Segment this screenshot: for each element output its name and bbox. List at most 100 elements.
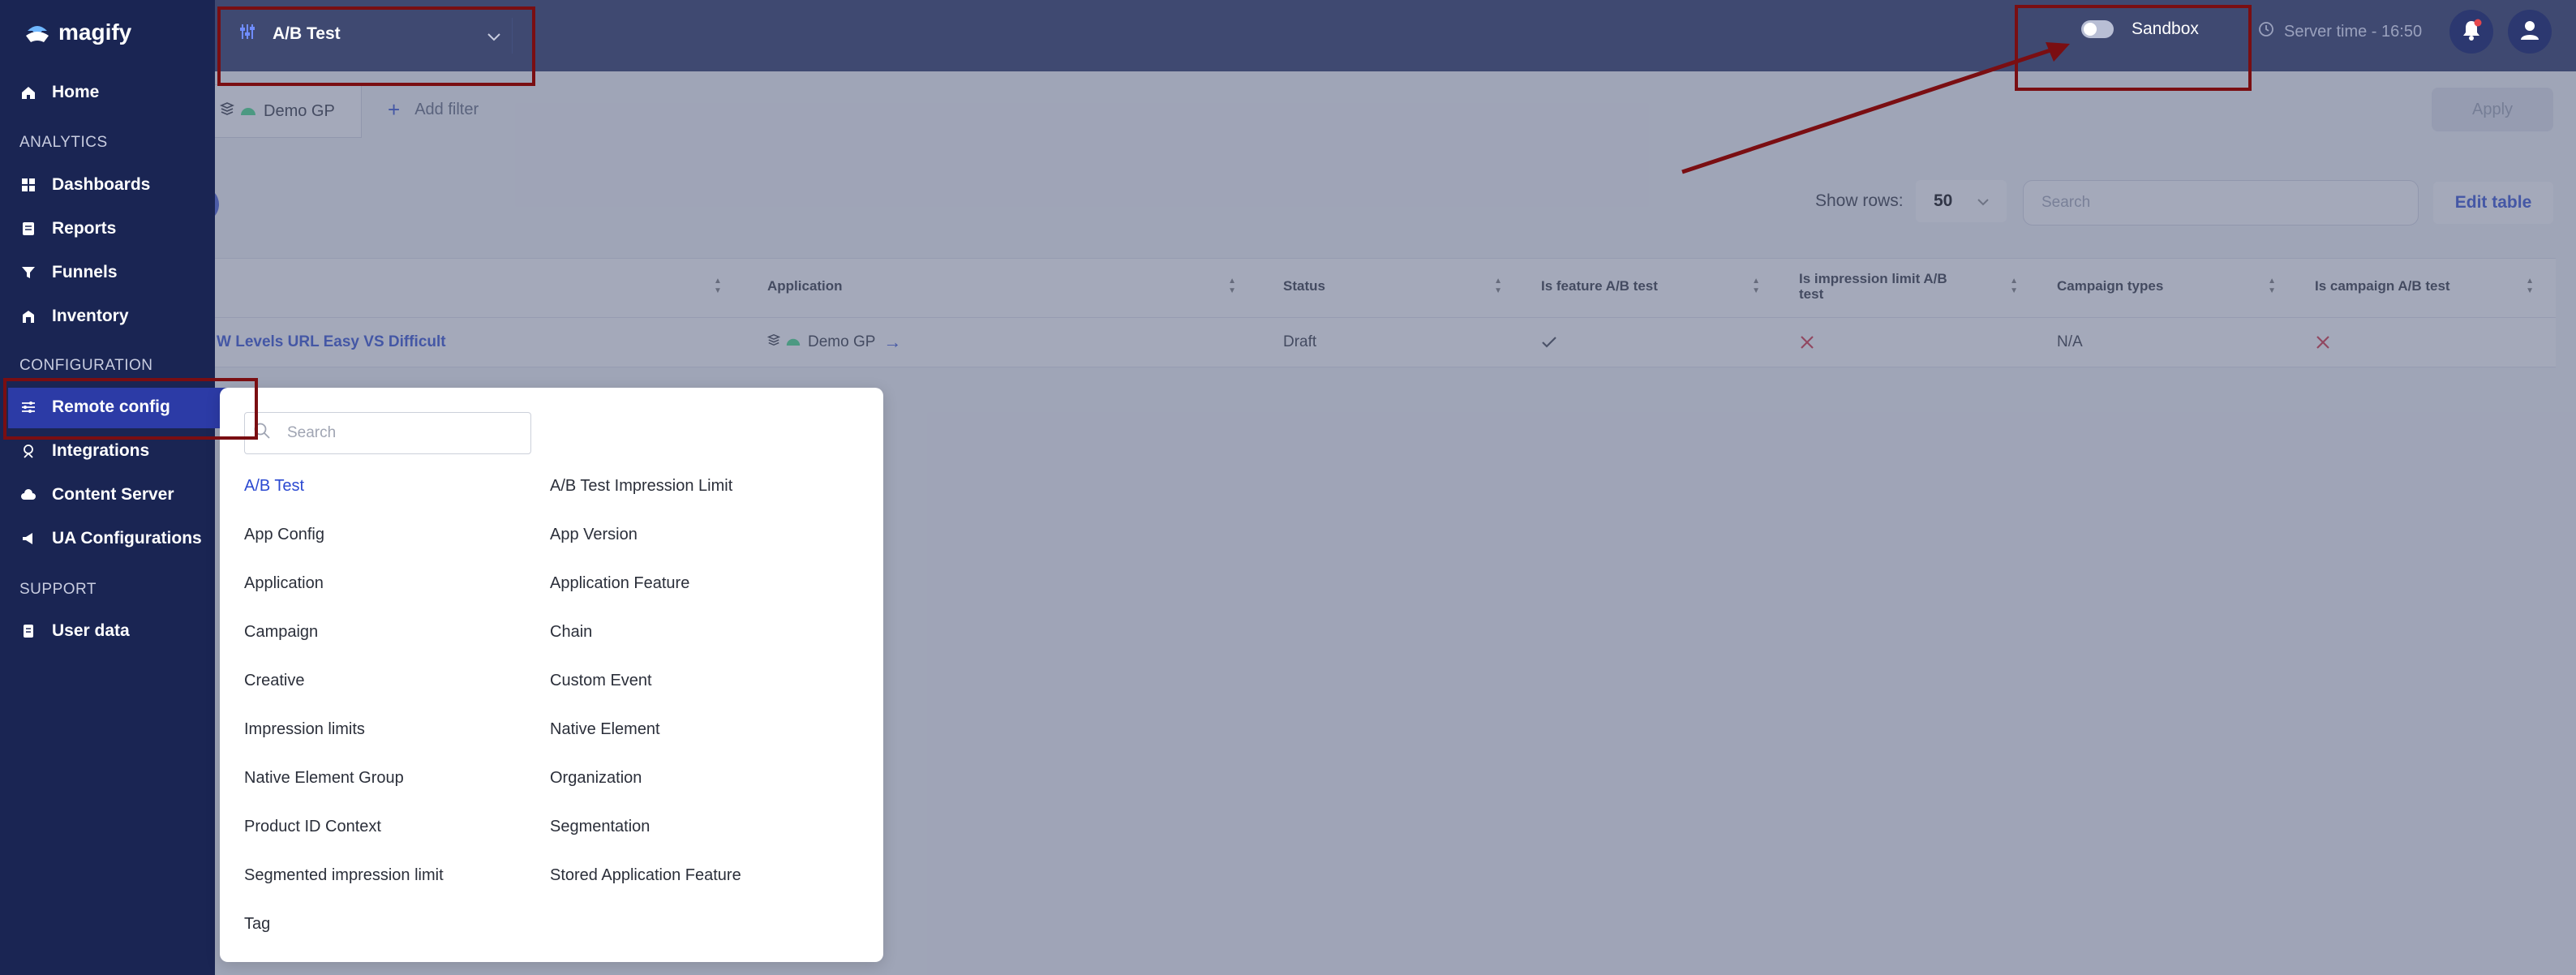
chevron-down-icon (1977, 191, 1990, 211)
section-configuration: CONFIGURATION (19, 357, 153, 374)
sandbox-toggle[interactable]: Sandbox (2081, 19, 2199, 39)
sidebar-item-inventory[interactable]: Inventory (19, 300, 129, 333)
edit-table-button[interactable]: Edit table (2433, 182, 2553, 224)
option-chain[interactable]: Chain (550, 623, 592, 642)
add-filter-button[interactable]: + Add filter (388, 97, 479, 122)
sidebar-item-label: Dashboards (52, 175, 151, 194)
app-logo[interactable]: magify (23, 15, 131, 50)
funnel-icon (19, 264, 37, 281)
sliders-icon (19, 398, 37, 416)
apply-button[interactable]: Apply (2432, 88, 2553, 131)
column-application[interactable]: Application ▲ ▼ (767, 258, 1246, 315)
sidebar-item-home[interactable]: Home (19, 76, 99, 109)
option-native-element[interactable]: Native Element (550, 720, 660, 739)
sidebar-item-label: Content Server (52, 485, 174, 504)
option-tag[interactable]: Tag (244, 915, 270, 934)
row-name-link[interactable]: W Levels URL Easy VS Difficult (217, 318, 446, 367)
arrow-right-icon: → (883, 332, 902, 352)
sort-icon: ▲ ▼ (1494, 277, 1502, 295)
sort-icon: ▲ ▼ (2268, 277, 2276, 295)
check-icon (1541, 318, 1557, 367)
column-label: Status (1283, 278, 1325, 294)
column-is-impression-limit-ab[interactable]: Is impression limit A/B test ▲ ▼ (1799, 258, 2018, 315)
row-campaign-types: N/A (2057, 333, 2083, 350)
column-status[interactable]: Status ▲ ▼ (1283, 258, 1502, 315)
dropdown-search-input[interactable]: Search (244, 412, 531, 454)
sidebar-item-reports[interactable]: Reports (19, 213, 116, 245)
sidebar-item-label: Integrations (52, 441, 150, 460)
home-icon (19, 84, 37, 101)
filter-chip-label: Demo GP (264, 101, 335, 120)
column-label: Application (767, 278, 843, 294)
filter-chip-app[interactable]: Demo GP (209, 84, 362, 138)
option-ab-test[interactable]: A/B Test (244, 477, 304, 496)
column-campaign-types[interactable]: Campaign types ▲ ▼ (2057, 258, 2276, 315)
plus-icon: + (388, 97, 401, 122)
sort-icon: ▲ ▼ (714, 277, 722, 295)
chevron-down-icon (487, 28, 501, 47)
sidebar-item-ua-configurations[interactable]: UA Configurations (19, 522, 202, 555)
table-search-input[interactable]: Search (2023, 180, 2419, 225)
option-custom-event[interactable]: Custom Event (550, 672, 652, 690)
user-avatar-icon (2519, 19, 2540, 45)
sidebar-item-integrations[interactable]: Integrations (19, 435, 149, 467)
app-stack-icon (219, 101, 235, 121)
sidebar-item-content-server[interactable]: Content Server (19, 479, 174, 511)
magify-logo-icon (26, 26, 49, 42)
table-row[interactable] (215, 318, 2556, 367)
search-icon (253, 422, 271, 445)
column-label: Is impression limit A/B test (1799, 271, 1947, 302)
option-ab-test-impression-limit[interactable]: A/B Test Impression Limit (550, 477, 732, 496)
sidebar-item-funnels[interactable]: Funnels (19, 256, 118, 289)
sort-name[interactable]: ▲ ▼ (714, 258, 746, 315)
sidebar-item-remote-config[interactable]: Remote config (19, 391, 170, 423)
cloud-icon (19, 486, 37, 504)
sandbox-label: Sandbox (2132, 19, 2199, 38)
option-application-feature[interactable]: Application Feature (550, 574, 689, 593)
server-time-text: Server time - 16:50 (2284, 22, 2423, 41)
column-label: Campaign types (2057, 278, 2164, 294)
column-is-campaign-ab[interactable]: Is campaign A/B test ▲ ▼ (2315, 258, 2534, 315)
option-native-element-group[interactable]: Native Element Group (244, 769, 404, 788)
option-segmentation[interactable]: Segmentation (550, 818, 650, 836)
option-impression-limits[interactable]: Impression limits (244, 720, 365, 739)
sidebar-item-label: Inventory (52, 307, 129, 325)
option-creative[interactable]: Creative (244, 672, 304, 690)
cross-icon (2315, 318, 2331, 367)
option-product-id-context[interactable]: Product ID Context (244, 818, 381, 836)
column-is-feature-ab[interactable]: Is feature A/B test ▲ ▼ (1541, 258, 1760, 315)
sidebar-item-user-data[interactable]: User data (19, 615, 130, 647)
megaphone-icon (19, 530, 37, 548)
option-organization[interactable]: Organization (550, 769, 642, 788)
rows-select[interactable]: 50 (1916, 180, 2007, 222)
sort-icon: ▲ ▼ (2010, 277, 2018, 295)
sidebar-item-dashboards[interactable]: Dashboards (19, 169, 150, 201)
sidebar: magify Home ANALYTICS Dashboards Reports… (0, 0, 245, 975)
sliders-icon (238, 23, 256, 45)
dropdown-search-placeholder: Search (287, 424, 337, 441)
row-application[interactable]: Demo GP → (766, 318, 902, 367)
sidebar-item-label: Home (52, 83, 100, 101)
option-segmented-impression-limit[interactable]: Segmented impression limit (244, 866, 444, 885)
profile-button[interactable] (2508, 10, 2552, 54)
user-data-icon (19, 622, 37, 640)
notifications-button[interactable] (2449, 10, 2493, 54)
entity-type-dropdown: Search A/B Test App Config Application C… (220, 388, 883, 962)
row-status: Draft (1283, 333, 1317, 350)
option-campaign[interactable]: Campaign (244, 623, 318, 642)
option-app-config[interactable]: App Config (244, 526, 324, 544)
section-analytics: ANALYTICS (19, 134, 108, 151)
option-stored-application-feature[interactable]: Stored Application Feature (550, 866, 741, 885)
android-icon (239, 102, 257, 121)
sidebar-item-label: UA Configurations (52, 529, 202, 548)
option-application[interactable]: Application (244, 574, 324, 593)
app-stack-icon (766, 333, 781, 351)
sidebar-item-label: Reports (52, 219, 117, 238)
sort-icon: ▲ ▼ (1228, 277, 1236, 295)
inventory-icon (19, 307, 37, 325)
row-application-label: Demo GP (808, 333, 876, 350)
dashboard-grid-icon (19, 176, 37, 194)
entity-type-selector[interactable]: A/B Test (221, 11, 513, 57)
option-app-version[interactable]: App Version (550, 526, 638, 544)
toggle-switch[interactable] (2081, 20, 2114, 38)
